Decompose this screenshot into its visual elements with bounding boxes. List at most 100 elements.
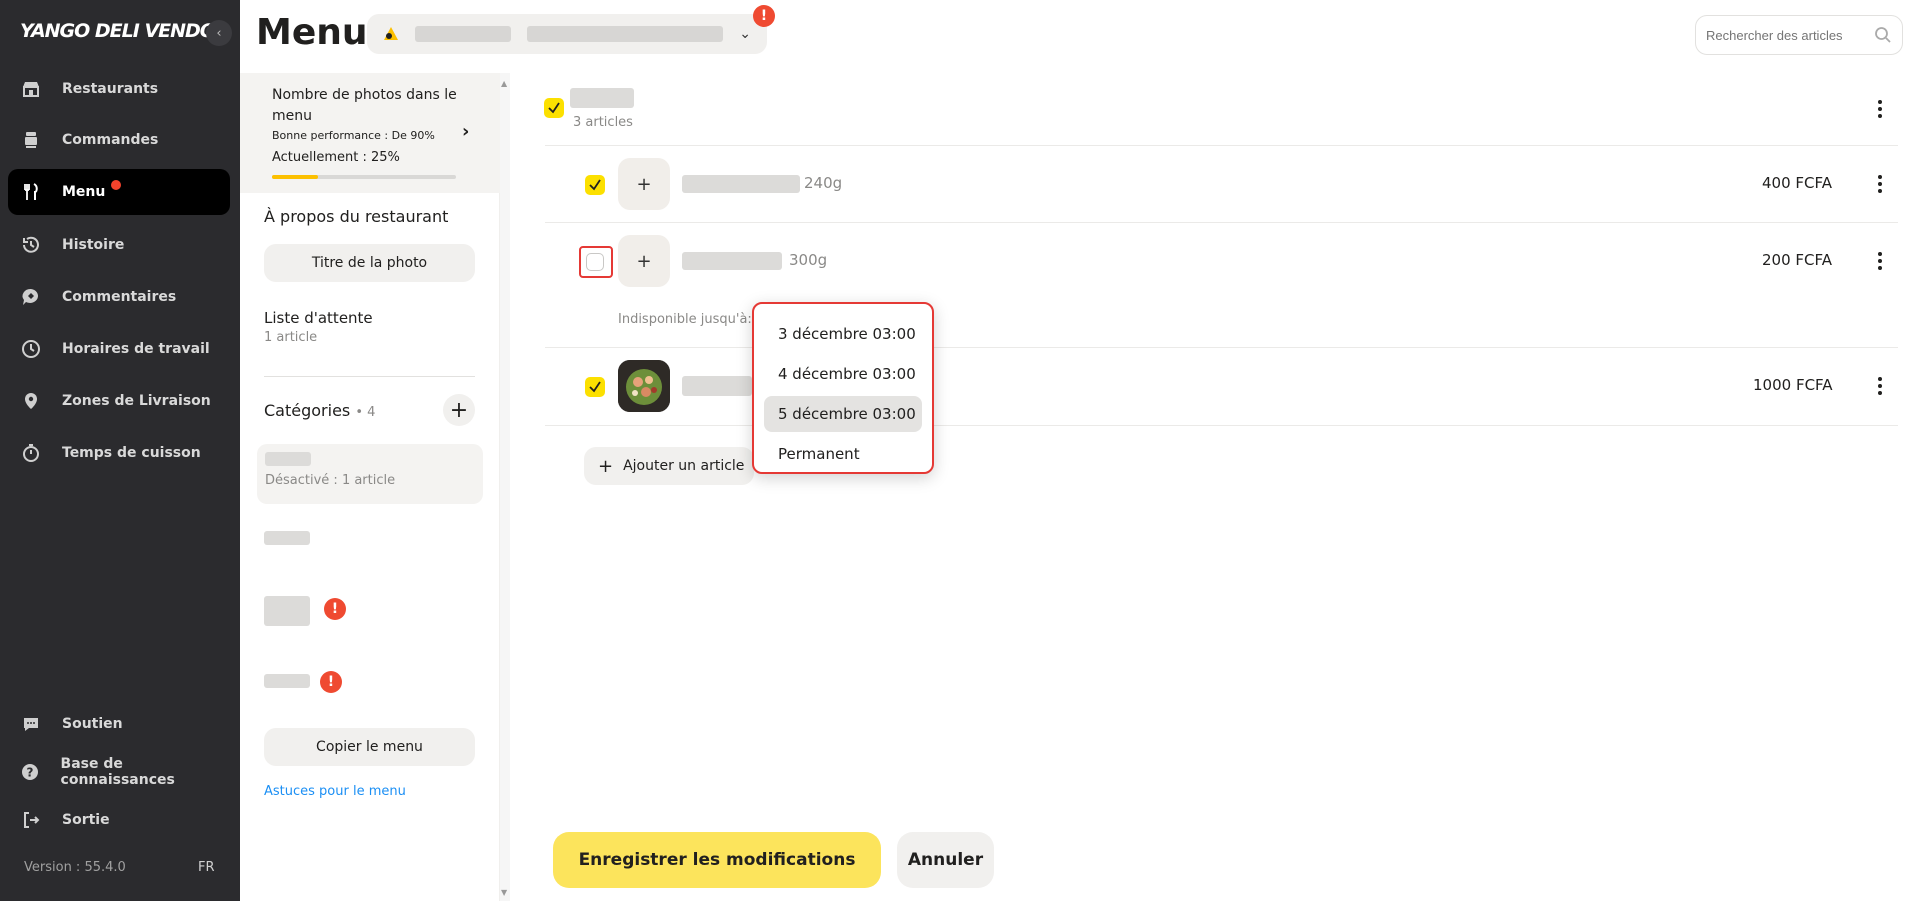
divider <box>545 425 1898 426</box>
sidebar-item-menu[interactable]: Menu <box>8 169 230 215</box>
food-photo-icon <box>618 360 670 412</box>
collapse-sidebar-button[interactable]: ‹ <box>206 20 232 46</box>
cancel-button[interactable]: Annuler <box>897 832 994 888</box>
sidebar-item-restaurants[interactable]: Restaurants <box>8 66 230 112</box>
more-options-icon[interactable] <box>1870 99 1890 119</box>
sidebar-item-label: Temps de cuisson <box>62 445 201 461</box>
categories-count: • 4 <box>355 405 376 420</box>
categories-label: Catégories <box>264 401 351 420</box>
menu-tips-link[interactable]: Astuces pour le menu <box>264 784 406 799</box>
page-title: Menu <box>256 12 368 53</box>
item-price: 400 FCFA <box>1762 174 1833 192</box>
divider <box>545 222 1898 223</box>
photo-stats-card[interactable]: Nombre de photos dans le menu Bonne perf… <box>240 73 500 193</box>
sidebar-item-label: Soutien <box>62 716 123 732</box>
search-box[interactable] <box>1695 15 1903 55</box>
sidebar-item-label: Menu <box>62 184 106 200</box>
save-changes-button[interactable]: Enregistrer les modifications <box>553 832 881 888</box>
photo-progress-bar <box>272 175 456 179</box>
group-checkbox[interactable] <box>544 98 564 118</box>
dropdown-option-selected[interactable]: 5 décembre 03:00 <box>764 396 922 432</box>
add-photo-button[interactable]: + <box>618 235 670 287</box>
category-item[interactable] <box>264 531 310 545</box>
alert-icon: ! <box>320 671 342 693</box>
check-icon <box>589 381 601 393</box>
item-checkbox[interactable] <box>585 377 605 397</box>
logout-icon <box>20 809 42 831</box>
dropdown-option[interactable]: Permanent <box>764 436 922 472</box>
sidebar-item-cuisson[interactable]: Temps de cuisson <box>8 430 230 476</box>
timer-icon <box>20 442 42 464</box>
add-photo-button[interactable]: + <box>618 158 670 210</box>
more-options-icon[interactable] <box>1870 251 1890 271</box>
help-icon: ? <box>20 761 41 783</box>
waitlist-count: 1 article <box>264 330 318 345</box>
photo-title-button[interactable]: Titre de la photo <box>264 244 475 282</box>
sidebar-item-histoire[interactable]: Histoire <box>8 222 230 268</box>
dropdown-option[interactable]: 4 décembre 03:00 <box>764 356 922 392</box>
sidebar-item-label: Sortie <box>62 812 110 828</box>
dropdown-option[interactable]: 3 décembre 03:00 <box>764 316 922 352</box>
category-item[interactable]: Désactivé : 1 article <box>257 444 483 504</box>
add-article-button[interactable]: + Ajouter un article <box>584 447 754 485</box>
sidebar-item-label: Zones de Livraison <box>62 393 211 409</box>
sidebar-item-horaires[interactable]: Horaires de travail <box>8 326 230 372</box>
photo-stats-good: Bonne performance : De 90% <box>272 129 435 142</box>
check-icon <box>548 102 560 114</box>
plus-icon: + <box>598 455 614 477</box>
item-checkbox[interactable] <box>586 253 604 271</box>
sidebar-item-base-connaissances[interactable]: ? Base de connaissances <box>8 749 230 795</box>
category-name-redacted <box>265 452 311 466</box>
notification-dot <box>111 180 122 190</box>
language-switch[interactable]: FR <box>198 860 215 875</box>
chevron-down-icon: ⌄ <box>739 26 751 42</box>
add-article-label: Ajouter un article <box>623 458 745 474</box>
sidebar-item-commandes[interactable]: Commandes <box>8 117 230 163</box>
sidebar-item-zones[interactable]: Zones de Livraison <box>8 378 230 424</box>
fork-knife-icon <box>20 181 42 203</box>
waitlist-title[interactable]: Liste d'attente <box>264 309 373 327</box>
categories-title: Catégories • 4 <box>264 401 375 420</box>
item-price: 200 FCFA <box>1762 251 1833 269</box>
svg-text:?: ? <box>27 766 34 780</box>
restaurant-logo-icon <box>381 24 401 44</box>
search-input[interactable] <box>1706 27 1866 43</box>
orders-icon <box>20 129 42 151</box>
plus-icon: + <box>636 173 652 195</box>
scroll-down-icon: ▼ <box>501 888 508 897</box>
restaurant-name-redacted <box>415 26 511 42</box>
item-checkbox[interactable] <box>585 175 605 195</box>
item-weight: 240g <box>804 174 843 192</box>
item-photo[interactable] <box>618 360 670 412</box>
add-category-button[interactable]: + <box>443 394 475 426</box>
group-count: 3 articles <box>573 115 633 130</box>
history-icon <box>20 234 42 256</box>
alert-icon: ! <box>324 598 346 620</box>
group-name-redacted <box>570 88 634 108</box>
more-options-icon[interactable] <box>1870 376 1890 396</box>
sidebar-item-commentaires[interactable]: Commentaires <box>8 274 230 320</box>
divider <box>264 376 475 377</box>
plus-icon: + <box>636 250 652 272</box>
scrollbar[interactable]: ▲ ▼ <box>500 73 510 901</box>
store-icon <box>20 78 42 100</box>
category-status: Désactivé : 1 article <box>265 473 396 488</box>
copy-menu-button[interactable]: Copier le menu <box>264 728 475 766</box>
sidebar-item-label: Horaires de travail <box>62 341 210 357</box>
item-name-redacted <box>682 252 782 270</box>
sidebar-item-label: Commandes <box>62 132 159 148</box>
app-logo: YANGO DELI VENDOR <box>20 20 230 42</box>
category-item[interactable] <box>264 674 310 688</box>
app-version: Version : 55.4.0 <box>24 860 126 875</box>
item-name-redacted <box>682 376 752 396</box>
more-options-icon[interactable] <box>1870 174 1890 194</box>
sidebar-item-sortie[interactable]: Sortie <box>8 797 230 843</box>
category-item[interactable] <box>264 596 310 626</box>
item-price: 1000 FCFA <box>1753 376 1833 394</box>
alert-icon: ! <box>753 5 775 27</box>
sidebar-item-soutien[interactable]: Soutien <box>8 701 230 747</box>
restaurant-select[interactable]: ⌄ <box>367 14 767 54</box>
sidebar-item-label: Base de connaissances <box>60 756 175 788</box>
item-name-redacted <box>682 175 800 193</box>
sidebar-item-label: Histoire <box>62 237 125 253</box>
